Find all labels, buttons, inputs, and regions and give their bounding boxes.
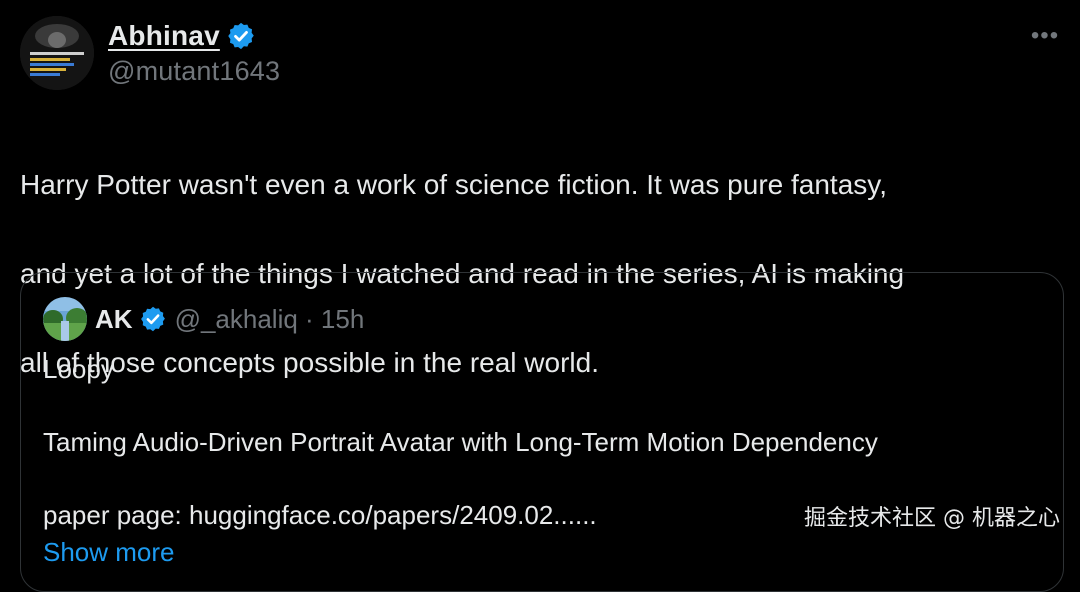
landscape-avatar-icon	[43, 297, 87, 341]
more-options-button[interactable]: •••	[1028, 22, 1062, 50]
book-cover-avatar-icon	[20, 16, 94, 90]
quote-author-name[interactable]: AK	[95, 304, 133, 335]
quote-spacer	[43, 461, 1043, 498]
quote-header: AK @_akhaliq · 15h	[95, 301, 364, 337]
author-avatar[interactable]	[20, 16, 94, 90]
quote-subtitle: Taming Audio-Driven Portrait Avatar with…	[43, 427, 878, 457]
author-handle[interactable]: @mutant1643	[108, 56, 280, 87]
verified-badge-icon	[139, 305, 167, 333]
quoted-tweet-card[interactable]: AK @_akhaliq · 15h Loopy Taming Audio-Dr…	[20, 272, 1064, 592]
author-name[interactable]: Abhinav	[108, 20, 220, 52]
tweet-text-line: Harry Potter wasn't even a work of scien…	[20, 168, 887, 200]
quote-spacer	[43, 388, 1043, 425]
watermark: 掘金技术社区 @ 机器之心	[804, 506, 1060, 531]
verified-badge-icon	[226, 21, 256, 51]
quote-text: Loopy Taming Audio-Driven Portrait Avata…	[43, 351, 1043, 570]
author-name-row: Abhinav	[108, 18, 256, 54]
more-options-icon: •••	[1030, 22, 1060, 49]
quote-title: Loopy	[43, 354, 114, 384]
show-more-link[interactable]: Show more	[43, 534, 1043, 571]
quote-author-avatar[interactable]	[43, 297, 87, 341]
quote-author-handle[interactable]: @_akhaliq · 15h	[175, 304, 365, 335]
